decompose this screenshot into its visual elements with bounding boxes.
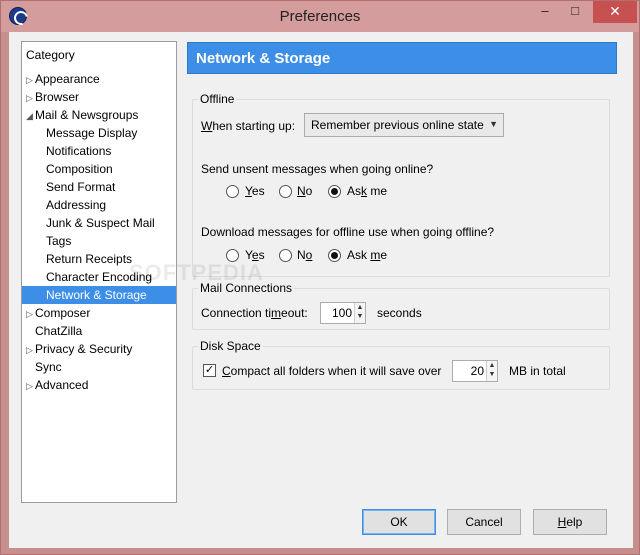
- compact-units: MB in total: [509, 364, 566, 378]
- send-question: Send unsent messages when going online?: [201, 162, 434, 176]
- sidebar-item-label: Mail & Newsgroups: [35, 108, 139, 122]
- sidebar-item-addressing[interactable]: Addressing: [46, 196, 106, 214]
- sidebar-item-label: Privacy & Security: [35, 342, 133, 356]
- title-bar[interactable]: Preferences – □ ✕: [1, 1, 639, 32]
- sidebar-item-label: Send Format: [46, 180, 116, 194]
- download-question: Download messages for offline use when g…: [201, 225, 495, 239]
- sidebar-item-label: Sync: [35, 360, 62, 374]
- download-askme-label[interactable]: Ask me: [347, 248, 387, 262]
- offline-group-label: Offline: [198, 92, 237, 106]
- sidebar-item-return-receipts[interactable]: Return Receipts: [46, 250, 132, 268]
- compact-checkbox[interactable]: ✓: [203, 364, 216, 377]
- sidebar-item-label: Message Display: [46, 126, 138, 140]
- sidebar-item-label: Junk & Suspect Mail: [46, 216, 155, 230]
- expand-arrow-icon[interactable]: ▷: [26, 341, 35, 359]
- sidebar-item-label: Addressing: [46, 198, 107, 212]
- dialog-body: Category ▷ Appearance ▷ Browser ◢ Mail & News…: [9, 32, 633, 548]
- chevron-down-icon: ▼: [489, 119, 498, 129]
- maximize-button[interactable]: □: [561, 1, 589, 23]
- sidebar-item-label: Network & Storage: [46, 288, 147, 302]
- sidebar-item-send-format[interactable]: Send Format: [46, 178, 115, 196]
- sidebar-item-browser[interactable]: ▷ Browser: [26, 88, 79, 106]
- close-button[interactable]: ✕: [593, 1, 637, 23]
- spinner-arrows-icon[interactable]: ▲ ▼: [486, 361, 497, 381]
- mail-connections-label: Mail Connections: [198, 281, 295, 295]
- expand-arrow-icon[interactable]: ▷: [26, 89, 35, 107]
- send-no-label[interactable]: No: [297, 184, 312, 198]
- send-askme-radio[interactable]: [328, 185, 341, 198]
- timeout-spinner[interactable]: 100 ▲ ▼: [320, 302, 366, 324]
- sidebar-item-tags[interactable]: Tags: [46, 232, 71, 250]
- category-header: Category: [26, 48, 75, 62]
- download-no-radio[interactable]: [279, 249, 292, 262]
- sidebar-item-label: Composition: [46, 162, 113, 176]
- spinner-arrows-icon[interactable]: ▲ ▼: [354, 303, 365, 323]
- send-yes-label[interactable]: Yes: [245, 184, 265, 198]
- sidebar-item-label: Notifications: [46, 144, 112, 158]
- cancel-button[interactable]: Cancel: [447, 509, 521, 535]
- help-button[interactable]: Help: [533, 509, 607, 535]
- sidebar-item-junk-suspect-mail[interactable]: Junk & Suspect Mail: [46, 214, 155, 232]
- compact-value: 20: [470, 364, 484, 378]
- expand-arrow-icon[interactable]: ▷: [26, 377, 35, 395]
- sidebar-item-mail-newsgroups[interactable]: ◢ Mail & Newsgroups: [26, 106, 138, 124]
- send-yes-radio[interactable]: [226, 185, 239, 198]
- sidebar-item-label: Advanced: [35, 378, 89, 392]
- sidebar-item-label: Composer: [35, 306, 91, 320]
- compact-label[interactable]: Compact all folders when it will save ov…: [222, 364, 441, 378]
- sidebar-item-composer[interactable]: ▷ Composer: [26, 304, 90, 322]
- sidebar-item-network-storage[interactable]: Network & Storage: [22, 286, 176, 304]
- sidebar-item-label: Tags: [46, 234, 72, 248]
- send-no-radio[interactable]: [279, 185, 292, 198]
- sidebar-item-chatzilla[interactable]: ChatZilla: [26, 322, 82, 340]
- sidebar-item-label: Return Receipts: [46, 252, 133, 266]
- minimize-button[interactable]: –: [531, 1, 559, 23]
- sidebar-item-message-display[interactable]: Message Display: [46, 124, 137, 142]
- timeout-label: Connection timeout:: [201, 306, 308, 320]
- panel-title: Network & Storage: [187, 42, 617, 74]
- download-askme-radio[interactable]: [328, 249, 341, 262]
- timeout-units: seconds: [377, 306, 422, 320]
- sidebar-item-label: ChatZilla: [35, 324, 83, 338]
- sidebar-item-label: Browser: [35, 90, 80, 104]
- sidebar-item-label: Appearance: [35, 72, 100, 86]
- sidebar-item-privacy-security[interactable]: ▷ Privacy & Security: [26, 340, 132, 358]
- expand-arrow-icon[interactable]: ▷: [26, 71, 35, 89]
- disk-space-label: Disk Space: [198, 339, 263, 353]
- sidebar-item-composition[interactable]: Composition: [46, 160, 113, 178]
- startup-select-value: Remember previous online state: [311, 118, 484, 132]
- compact-spinner[interactable]: 20 ▲ ▼: [452, 360, 498, 382]
- preferences-window: Preferences – □ ✕ Category ▷ Appearance ▷ B…: [0, 0, 640, 555]
- ok-button[interactable]: OK: [362, 509, 436, 535]
- download-no-label[interactable]: No: [297, 248, 312, 262]
- startup-select[interactable]: Remember previous online state ▼: [304, 113, 504, 137]
- sidebar-item-notifications[interactable]: Notifications: [46, 142, 111, 160]
- send-askme-label[interactable]: Ask me: [347, 184, 387, 198]
- sidebar-item-sync[interactable]: Sync: [26, 358, 62, 376]
- startup-label: When starting up:: [201, 119, 296, 133]
- timeout-value: 100: [331, 306, 352, 320]
- sidebar-item-advanced[interactable]: ▷ Advanced: [26, 376, 88, 394]
- expand-arrow-icon[interactable]: ◢: [26, 107, 35, 125]
- sidebar-item-appearance[interactable]: ▷ Appearance: [26, 70, 100, 88]
- expand-arrow-icon[interactable]: ▷: [26, 305, 35, 323]
